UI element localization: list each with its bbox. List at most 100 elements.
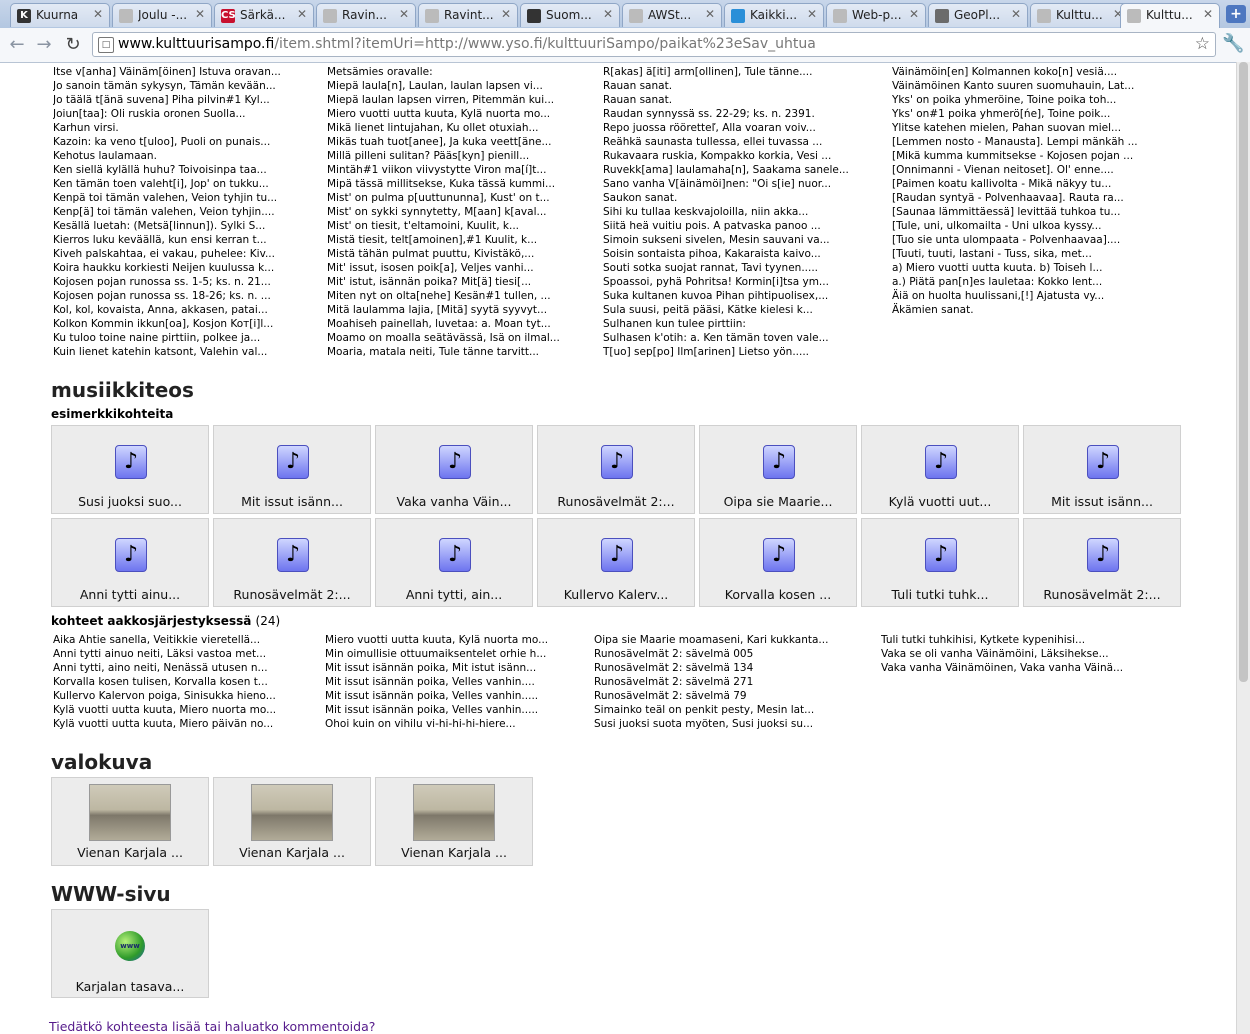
item-link[interactable]: Sano vanha V[äinämöi]nen: "Oi s[ie] nuor… [603, 177, 873, 191]
item-link[interactable]: Repo juossa rööretteľ, Alla voaran voiv.… [603, 121, 873, 135]
item-link[interactable]: Kolkon Kommin ikkun[oa], Kosjon Koт[i]l.… [53, 317, 313, 331]
item-link[interactable]: Kehotus laulamaan. [53, 149, 313, 163]
tab-close-icon[interactable]: ✕ [501, 7, 511, 21]
item-link[interactable]: Itse v[anha] Väinäm[öinen] Istuva oravan… [53, 65, 313, 79]
music-item[interactable]: ♪ Kullervo Kalerv... [537, 518, 695, 607]
item-link[interactable]: T[uo] sep[po] Ilm[arinen] Lietso yön....… [603, 345, 873, 359]
item-link[interactable]: Mistä tiesit, telt[amoinen],#1 Kuulit, k… [327, 233, 587, 247]
item-link[interactable]: Korvalla kosen tulisen, Korvalla kosen t… [53, 675, 313, 689]
item-link[interactable]: Kenpä toi tämän valehen, Veion tyhjin tu… [53, 191, 313, 205]
browser-tab[interactable]: Kulttu... ✕ [1030, 3, 1130, 27]
item-link[interactable]: Sulhanen kun tulee pirttiin: [603, 317, 873, 331]
music-item[interactable]: ♪ Mit issut isänn... [213, 425, 371, 514]
tab-close-icon[interactable]: ✕ [195, 7, 205, 21]
item-link[interactable]: Mistä tähän pulmat puuttu, Kivistäkö,... [327, 247, 587, 261]
music-item[interactable]: ♪ Tuli tutki tuhk... [861, 518, 1019, 607]
item-link[interactable]: Kojosen pojan runossa ss. 1-5; ks. n. 21… [53, 275, 313, 289]
music-item[interactable]: ♪ Oipa sie Maarie... [699, 425, 857, 514]
item-link[interactable]: Rukavaara ruskia, Kompakko korkia, Vesi … [603, 149, 873, 163]
item-link[interactable]: Ruvekk[ama] laulamaha[n], Saakama sanele… [603, 163, 873, 177]
item-link[interactable]: [Lemmen nosto - Manausta]. Lempi mänkäh … [892, 135, 1162, 149]
item-link[interactable]: Min oimullisie ottuumaiksentelet orhie h… [325, 647, 587, 661]
item-link[interactable]: R[akas] ä[iti] arm[ollinen], Tule tänne.… [603, 65, 873, 79]
address-url[interactable]: www.kulttuurisampo.fi/item.shtml?itemUri… [118, 36, 816, 52]
item-link[interactable]: Äkämien sanat. [892, 303, 1162, 317]
item-link[interactable]: Soisin sontaista pihoa, Kakaraista kaivo… [603, 247, 873, 261]
item-link[interactable]: Runosävelmät 2: sävelmä 005 [594, 647, 864, 661]
item-link[interactable]: Millä pilleni sulitan? Pääs[kyn] pienill… [327, 149, 587, 163]
item-link[interactable]: Kylä vuotti uutta kuuta, Miero päivän no… [53, 717, 313, 731]
item-link[interactable]: [Tule, uni, ulkomailta - Uni ulkoa kyssy… [892, 219, 1162, 233]
item-link[interactable]: Miten nyt on olta[nehe] Kesän#1 tullen, … [327, 289, 587, 303]
item-link[interactable]: Ylitse katehen mielen, Pahan suovan miel… [892, 121, 1162, 135]
item-link[interactable]: Runosävelmät 2: sävelmä 271 [594, 675, 864, 689]
item-link[interactable]: Mit issut isännän poika, Velles vanhin..… [325, 703, 587, 717]
music-item[interactable]: ♪ Anni tytti ainu... [51, 518, 209, 607]
item-link[interactable]: Runosävelmät 2: sävelmä 79 [594, 689, 864, 703]
item-link[interactable]: Kullervo Kalervon poiga, Sinisukka hieno… [53, 689, 313, 703]
tab-close-icon[interactable]: ✕ [807, 7, 817, 21]
back-arrow-icon[interactable]: ← [6, 34, 28, 56]
music-item[interactable]: ♪ Korvalla kosen ... [699, 518, 857, 607]
item-link[interactable]: Mist' on tiesit, t'eltamoini, Kuulit, k.… [327, 219, 587, 233]
item-link[interactable]: [Paimen koatu kallivolta - Mikä näkyy tu… [892, 177, 1162, 191]
new-tab-button[interactable]: + [1226, 5, 1246, 23]
browser-tab[interactable]: Suom... ✕ [520, 3, 620, 27]
item-link[interactable]: Rauan sanat. [603, 79, 873, 93]
item-link[interactable]: Karhun virsi. [53, 121, 313, 135]
item-link[interactable]: Mikäs tuah tuot[anee], Ja kuka veett[äne… [327, 135, 587, 149]
item-link[interactable]: Mipä tässä millitsekse, Kuka tässä kummi… [327, 177, 587, 191]
item-link[interactable]: Aika Ahtie sanella, Veitikkie vieretellä… [53, 633, 313, 647]
item-link[interactable]: Vaka vanha Väinämöinen, Vaka vanha Väinä… [881, 661, 1151, 675]
item-link[interactable]: Kiveh palskahtaa, ei vakau, puhelee: Kiv… [53, 247, 313, 261]
vertical-scrollbar[interactable] [1236, 62, 1250, 1034]
music-item[interactable]: ♪ Vaka vanha Väin... [375, 425, 533, 514]
item-link[interactable]: Moamo on moalla seätävässä, Isä on ilmal… [327, 331, 587, 345]
item-link[interactable]: Metsämies oravalle: [327, 65, 587, 79]
item-link[interactable]: Ohoi kuin on vihilu vi-hi-hi-hi-hiere... [325, 717, 587, 731]
item-link[interactable]: Väinämöin[en] Kolmannen koko[n] vesiä...… [892, 65, 1162, 79]
item-link[interactable]: Saukon sanat. [603, 191, 873, 205]
item-link[interactable]: Mist' on sykki synnytetty, M[aan] k[aval… [327, 205, 587, 219]
tab-close-icon[interactable]: ✕ [603, 7, 613, 21]
browser-tab[interactable]: CS Särkä... ✕ [214, 3, 314, 27]
item-link[interactable]: Vaka se oli vanha Väinämöini, Läksihekse… [881, 647, 1151, 661]
item-link[interactable]: Runosävelmät 2: sävelmä 134 [594, 661, 864, 675]
item-link[interactable]: Mitä laulamma lajia, [Mitä] syytä syyvyt… [327, 303, 587, 317]
tab-close-icon[interactable]: ✕ [1203, 7, 1213, 21]
comment-link[interactable]: Tiedätkö kohteesta lisää tai haluatko ko… [49, 1019, 375, 1034]
browser-tab[interactable]: Joulu -... ✕ [112, 3, 212, 27]
item-link[interactable]: Mintäh#1 viikon viivystytte Viron ma[í]t… [327, 163, 587, 177]
item-link[interactable]: [Raudan syntyä - Polvenhaavaa]. Rauta ra… [892, 191, 1162, 205]
item-link[interactable]: Yks' on poika yhmeröine, Toine poika toh… [892, 93, 1162, 107]
item-link[interactable]: Anni tytti, aino neiti, Nenässä utusen n… [53, 661, 313, 675]
item-link[interactable]: Rauan sanat. [603, 93, 873, 107]
photo-tile-item[interactable]: Vienan Karjala ... [375, 777, 533, 866]
tab-close-icon[interactable]: ✕ [399, 7, 409, 21]
item-link[interactable]: [Saunaa lämmittäessä] levittää tuhkoa tu… [892, 205, 1162, 219]
item-link[interactable]: [Tuuti, tuuti, lastani - Tuss, sika, met… [892, 247, 1162, 261]
address-bar[interactable]: □ www.kulttuurisampo.fi/item.shtml?itemU… [92, 32, 1216, 57]
tab-close-icon[interactable]: ✕ [297, 7, 307, 21]
item-link[interactable]: Äiä on huolta huulissani,[!] Ajatusta vy… [892, 289, 1162, 303]
browser-tab[interactable]: Ravint... ✕ [418, 3, 518, 27]
item-link[interactable]: Sula suusi, peitä pääsi, Kätke kielesi k… [603, 303, 873, 317]
item-link[interactable]: Susi juoksi suota myöten, Susi juoksi su… [594, 717, 864, 731]
web-tile-item[interactable]: www Karjalan tasava... [51, 909, 209, 998]
item-link[interactable]: Kylä vuotti uutta kuuta, Miero nuorta mo… [53, 703, 313, 717]
tab-close-icon[interactable]: ✕ [93, 7, 103, 21]
scrollbar-thumb[interactable] [1239, 62, 1248, 682]
item-link[interactable]: Oipa sie Maarie moamaseni, Kari kukkanta… [594, 633, 864, 647]
item-link[interactable]: Mit' istut, isännän poika? Mit[ä] tiesi[… [327, 275, 587, 289]
item-link[interactable]: Mist' on pulma p[uuttununna], Kust' on t… [327, 191, 587, 205]
item-link[interactable]: Miepä laula[n], Laulan, laulan lapsen vi… [327, 79, 587, 93]
item-link[interactable]: Mikä lienet lintujahan, Ku ollet otuxiah… [327, 121, 587, 135]
item-link[interactable]: Kojosen pojan runossa ss. 18-26; ks. n. … [53, 289, 313, 303]
item-link[interactable]: Raudan synnyssä ss. 22-29; ks. n. 2391. [603, 107, 873, 121]
item-link[interactable]: Miero vuotti uutta kuuta, Kylä nuorta mo… [327, 107, 587, 121]
wrench-menu-icon[interactable]: 🔧 [1222, 33, 1244, 54]
item-link[interactable]: Koira haukku korkiesti Neijen kuulussa k… [53, 261, 313, 275]
music-item[interactable]: ♪ Kylä vuotti uut... [861, 425, 1019, 514]
item-link[interactable]: Ku tuloo toine naine pirttiin, polkee ja… [53, 331, 313, 345]
item-link[interactable]: Moahiseh painellah, luvetaa: a. Moan tyt… [327, 317, 587, 331]
